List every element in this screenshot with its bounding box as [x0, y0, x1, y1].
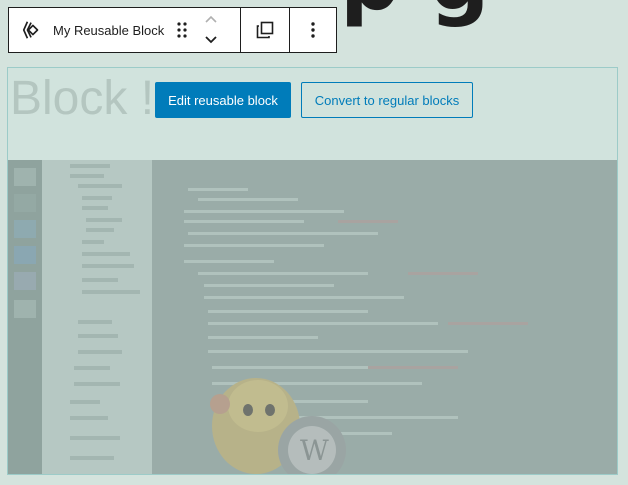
reusable-block[interactable]: Block ! Edit reusable block Convert to r…	[7, 67, 618, 475]
block-heading: Block !	[10, 72, 155, 125]
svg-text:W: W	[300, 434, 329, 467]
more-vertical-icon[interactable]	[290, 8, 336, 52]
block-image: W	[8, 160, 617, 474]
chevron-down-icon[interactable]	[204, 30, 218, 49]
edit-reusable-block-button[interactable]: Edit reusable block	[155, 82, 291, 118]
block-title: My Reusable Block	[53, 22, 165, 38]
chevron-up-icon[interactable]	[204, 11, 218, 30]
block-toolbar-group-options	[290, 8, 336, 52]
block-movers	[204, 8, 218, 52]
convert-to-regular-blocks-button[interactable]: Convert to regular blocks	[301, 82, 473, 118]
duplicate-icon[interactable]	[241, 8, 290, 52]
block-toolbar-group-main: My Reusable Block	[9, 8, 241, 52]
block-switcher-button[interactable]: My Reusable Block	[9, 8, 164, 52]
reusable-block-icon	[21, 19, 43, 41]
block-toolbar-group-duplicate	[241, 8, 291, 52]
drag-handle-icon[interactable]	[176, 21, 188, 39]
block-toolbar: My Reusable Block	[8, 7, 337, 53]
page-title-fragment: p g	[340, 0, 490, 22]
